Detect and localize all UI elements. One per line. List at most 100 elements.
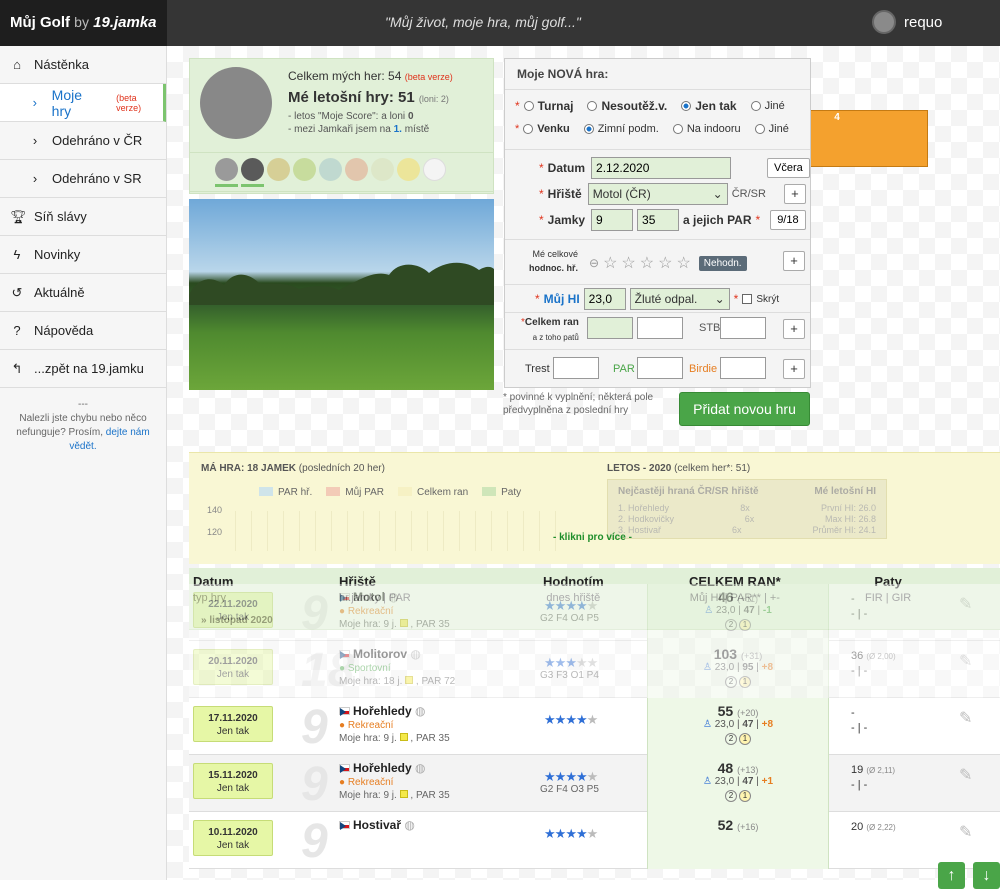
star-icon[interactable]: ☆ (676, 253, 690, 273)
sidebar-item-played-sk[interactable]: › Odehráno v SR (0, 160, 166, 198)
stats-panel[interactable]: MÁ HRA: 18 JAMEK (posledních 20 her) PAR… (189, 452, 1000, 564)
table-row[interactable]: 20.11.2020 Jen tak 18 Molitorov ◍ ● Sportovn… (189, 641, 1000, 698)
radio-winter[interactable] (583, 124, 594, 134)
game-date[interactable]: 15.11.2020 Jen tak (193, 763, 273, 799)
sidebar-item-hall-of-fame[interactable]: 🏆︎ Síň slávy (0, 198, 166, 236)
holes-number: 9 (301, 587, 328, 640)
chevron-right-icon: › (32, 171, 38, 186)
ball-option[interactable] (345, 158, 368, 181)
stb-input[interactable] (720, 317, 766, 339)
par-input[interactable] (637, 209, 680, 231)
radio-casual[interactable] (681, 101, 692, 111)
add-game-button[interactable]: Přidat novou hru (679, 392, 810, 426)
ball-option[interactable] (241, 158, 264, 187)
ball-option[interactable] (267, 158, 290, 181)
trees-silhouette (189, 262, 494, 305)
add-holes-stats-button[interactable]: + (783, 359, 805, 379)
sidebar-item-back[interactable]: ↰ ...zpět na 19.jamku (0, 350, 166, 388)
tee-select[interactable]: Žluté odpal. ⌄ (629, 288, 730, 310)
star-icon[interactable]: ☆ (603, 253, 617, 273)
putts-input[interactable] (637, 317, 683, 339)
edit-icon[interactable]: ✎ (959, 822, 972, 842)
course-name[interactable]: Motol (353, 590, 385, 604)
scroll-up-button[interactable]: ↑ (938, 862, 965, 889)
show-more-link[interactable]: - klikni pro více - (553, 532, 632, 543)
star-icon[interactable]: ☆ (621, 253, 635, 273)
edit-icon[interactable]: ✎ (959, 651, 972, 671)
sidebar-item-news[interactable]: ϟ Novinky (0, 236, 166, 274)
ball-option[interactable] (397, 158, 420, 181)
sidebar-item-help[interactable]: ? Nápověda (0, 312, 166, 350)
edit-icon[interactable]: ✎ (959, 708, 972, 728)
ball-option[interactable] (293, 158, 316, 181)
holes-toggle-button[interactable]: 9/18 (770, 210, 806, 230)
radio-other-type[interactable] (750, 101, 761, 111)
star-icon[interactable]: ☆ (658, 253, 672, 273)
course-name[interactable]: Hostivař (353, 818, 401, 832)
table-row[interactable]: 10.11.2020 Jen tak 9 Hostivař ◍ ★★★★★ 52 (+16… (189, 812, 1000, 869)
penalty-input[interactable] (553, 357, 599, 379)
table-row[interactable]: 17.11.2020 Jen tak 9 Hořehledy ◍ ● Rekreační… (189, 698, 1000, 755)
back-arrow-icon: ↰ (11, 360, 23, 376)
date-input[interactable] (591, 157, 732, 179)
form-title: Moje NOVÁ hra: (505, 59, 810, 90)
sidebar-item-played-cz[interactable]: › Odehráno v ČR (0, 122, 166, 160)
badge-icon: 1 (739, 619, 751, 631)
ball-option[interactable] (371, 158, 394, 181)
course-kind: ● Sportovní (339, 663, 391, 674)
course-rating-stars[interactable]: ⊖ ☆ ☆ ☆ ☆ ☆ Nehodn. (589, 253, 747, 273)
course-name[interactable]: Hořehledy (353, 761, 412, 775)
cz-flag-icon (339, 764, 350, 773)
birdie-input[interactable] (720, 357, 766, 379)
form-hint: * povinné k vyplnění; některá pole předv… (503, 392, 654, 416)
radio-tournament[interactable] (523, 101, 534, 111)
sidebar-item-current[interactable]: ↺ Aktuálně (0, 274, 166, 312)
table-row[interactable]: 22.11.2020 Jen tak 9 Motol ◍ ● Rekreační Moje… (189, 584, 1000, 641)
top-bar: Můj Golf by 19.jamka "Můj život, moje hr… (0, 0, 1000, 46)
total-games: 54 (388, 69, 402, 83)
edit-icon[interactable]: ✎ (959, 594, 972, 614)
radio-other-env[interactable] (754, 124, 765, 134)
course-photo (189, 199, 494, 390)
add-rating-button[interactable]: + (783, 251, 805, 271)
ball-option[interactable] (423, 158, 446, 181)
course-select[interactable]: Motol (ČR) ⌄ (587, 183, 728, 205)
star-filled-icon: ★ (554, 712, 567, 727)
holes-input[interactable] (591, 209, 634, 231)
globe-icon: ◍ (410, 647, 421, 661)
radio-outdoor[interactable] (523, 124, 534, 134)
radio-non-competitive[interactable] (587, 101, 598, 111)
table-row[interactable]: 15.11.2020 Jen tak 9 Hořehledy ◍ ● Rekreační… (189, 755, 1000, 812)
arrow-down-icon: ↓ (982, 867, 991, 884)
course-name[interactable]: Hořehledy (353, 704, 412, 718)
strokes-input[interactable] (587, 317, 633, 339)
game-date[interactable]: 17.11.2020 Jen tak (193, 706, 273, 742)
holes-number: 9 (301, 758, 328, 811)
ball-option[interactable] (215, 158, 238, 187)
score-cell: 55 (+20) ♙ 23,0 | 47 | +8 2 1 (647, 698, 829, 755)
add-course-button[interactable]: + (783, 184, 806, 204)
hi-input[interactable] (583, 288, 626, 310)
sidebar-item-dashboard[interactable]: ⌂ Nástěnka (0, 46, 166, 84)
game-detail: Moje hra: 18 j. , PAR 72 (339, 676, 456, 687)
rating-stars: ★★★★★ (544, 655, 598, 671)
game-date[interactable]: 10.11.2020 Jen tak (193, 820, 273, 856)
star-icon[interactable]: ☆ (640, 253, 654, 273)
scroll-down-button[interactable]: ↓ (973, 862, 1000, 889)
site-logo[interactable]: Můj Golf by 19.jamka (0, 0, 167, 46)
yesterday-button[interactable]: Včera (767, 158, 810, 178)
course-name[interactable]: Molitorov (353, 647, 407, 661)
edit-icon[interactable]: ✎ (959, 765, 972, 785)
radio-indoor[interactable] (672, 124, 683, 134)
holes-number: 9 (301, 701, 328, 754)
putts-cell: 36 (Ø 2,00) - | - (851, 650, 896, 677)
game-date[interactable]: 20.11.2020 Jen tak (193, 649, 273, 685)
user-menu[interactable]: requo (872, 10, 942, 34)
star-filled-icon: ★ (544, 826, 556, 841)
game-date[interactable]: 22.11.2020 Jen tak (193, 592, 273, 628)
hide-checkbox[interactable] (742, 294, 753, 304)
ball-option[interactable] (319, 158, 342, 181)
add-strokes-button[interactable]: + (783, 319, 805, 339)
sidebar-item-my-games[interactable]: › Moje hry (beta verze) (0, 84, 166, 122)
par-count-input[interactable] (637, 357, 683, 379)
